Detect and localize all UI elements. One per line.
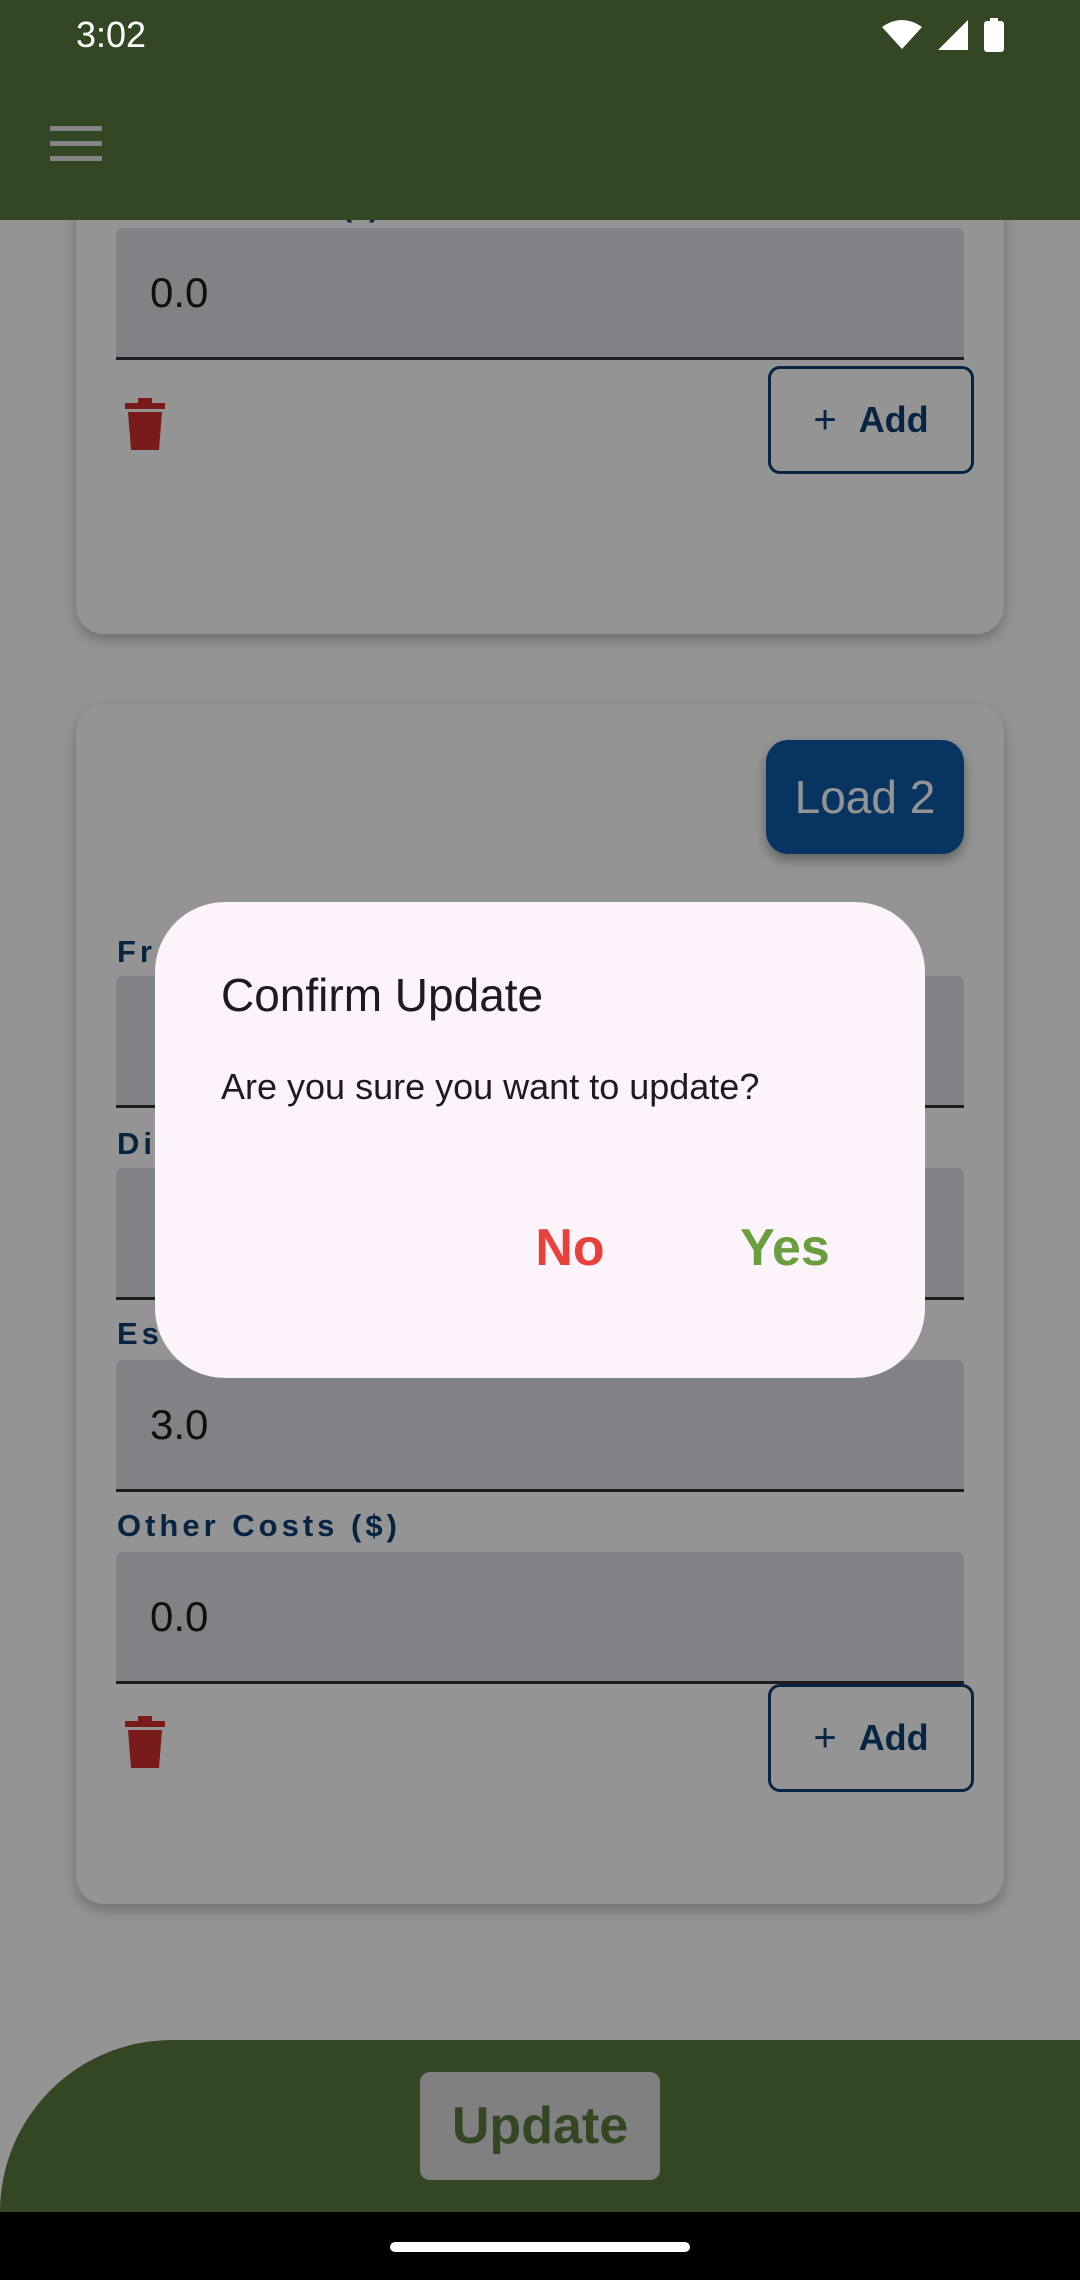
wifi-icon — [882, 20, 922, 49]
status-icons — [882, 18, 1004, 52]
signal-icon — [938, 20, 968, 50]
no-button[interactable]: No — [515, 1202, 625, 1294]
battery-icon — [984, 18, 1004, 52]
navigation-bar — [0, 2212, 1080, 2280]
status-bar: 3:02 — [0, 0, 1080, 70]
home-handle[interactable] — [390, 2242, 690, 2252]
dialog-title: Confirm Update — [221, 969, 544, 1021]
confirm-dialog: Confirm Update Are you sure you want to … — [155, 902, 925, 1378]
yes-button[interactable]: Yes — [710, 1202, 860, 1294]
status-time: 3:02 — [76, 14, 147, 55]
dialog-message: Are you sure you want to update? — [221, 1066, 760, 1107]
